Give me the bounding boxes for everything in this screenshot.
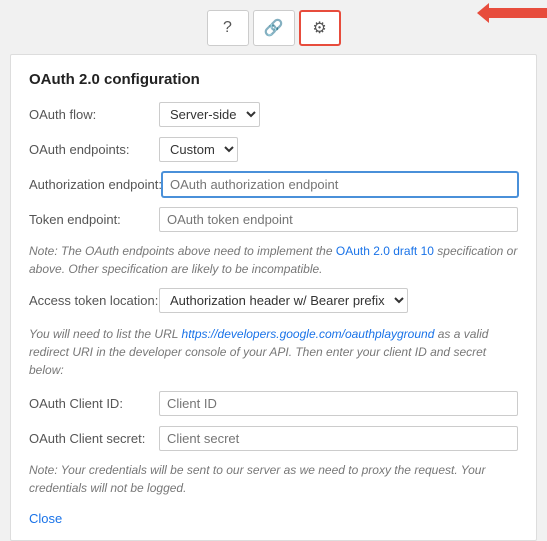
link-icon: 🔗 [264, 18, 284, 38]
link-button[interactable]: 🔗 [253, 10, 295, 46]
oauth-flow-control: Server-side [159, 102, 518, 127]
auth-endpoint-control [162, 172, 518, 197]
access-token-select[interactable]: Authorization header w/ Bearer prefix [159, 288, 408, 313]
credentials-note: Note: Your credentials will be sent to o… [29, 461, 518, 497]
help-button[interactable]: ? [207, 10, 249, 46]
oauth-config-panel: OAuth 2.0 configuration OAuth flow: Serv… [10, 54, 537, 541]
redirect-info: You will need to list the URL https://de… [29, 325, 518, 379]
access-token-row: Access token location: Authorization hea… [29, 288, 518, 313]
oauth-endpoints-select[interactable]: Custom [159, 137, 238, 162]
access-token-control: Authorization header w/ Bearer prefix [159, 288, 518, 313]
oauth-draft-link[interactable]: OAuth 2.0 draft 10 [336, 244, 434, 258]
client-id-label: OAuth Client ID: [29, 396, 159, 411]
oauth-endpoints-row: OAuth endpoints: Custom [29, 137, 518, 162]
token-endpoint-label: Token endpoint: [29, 212, 159, 227]
gear-icon: ⚙ [312, 18, 326, 38]
client-id-row: OAuth Client ID: [29, 391, 518, 416]
playground-url-link[interactable]: https://developers.google.com/oauthplayg… [182, 327, 435, 341]
help-icon: ? [223, 19, 232, 37]
endpoints-note: Note: The OAuth endpoints above need to … [29, 242, 518, 278]
close-link[interactable]: Close [29, 511, 62, 526]
oauth-flow-select[interactable]: Server-side [159, 102, 260, 127]
token-endpoint-input[interactable] [159, 207, 518, 232]
token-endpoint-row: Token endpoint: [29, 207, 518, 232]
client-id-input[interactable] [159, 391, 518, 416]
panel-title: OAuth 2.0 configuration [29, 71, 518, 88]
client-secret-input[interactable] [159, 426, 518, 451]
client-secret-row: OAuth Client secret: [29, 426, 518, 451]
oauth-flow-row: OAuth flow: Server-side [29, 102, 518, 127]
auth-endpoint-label: Authorization endpoint: [29, 177, 162, 192]
auth-endpoint-input[interactable] [162, 172, 518, 197]
access-token-label: Access token location: [29, 293, 159, 308]
auth-endpoint-row: Authorization endpoint: [29, 172, 518, 197]
client-id-control [159, 391, 518, 416]
client-secret-control [159, 426, 518, 451]
token-endpoint-control [159, 207, 518, 232]
oauth-endpoints-label: OAuth endpoints: [29, 142, 159, 157]
oauth-endpoints-control: Custom [159, 137, 518, 162]
red-arrow-indicator [487, 8, 547, 18]
toolbar: ? 🔗 ⚙ [0, 0, 547, 54]
oauth-flow-label: OAuth flow: [29, 107, 159, 122]
settings-button[interactable]: ⚙ [299, 10, 341, 46]
client-secret-label: OAuth Client secret: [29, 431, 159, 446]
